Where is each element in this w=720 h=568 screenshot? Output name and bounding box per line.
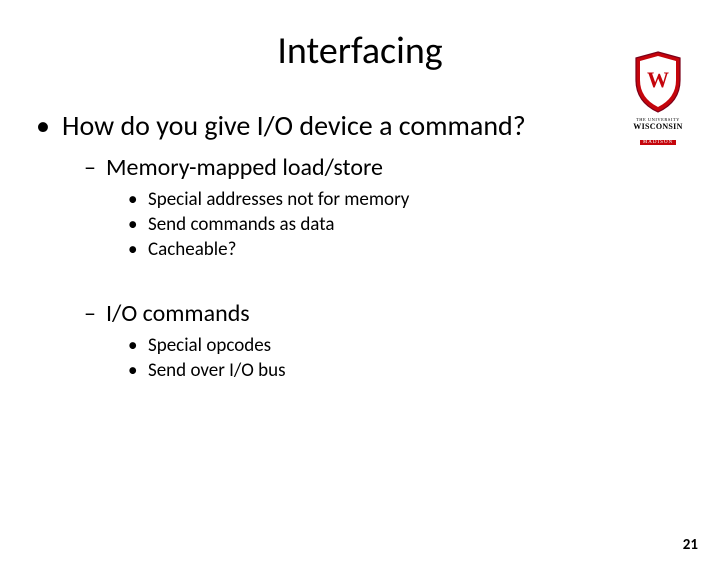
bullet-level2: – I/O commands bbox=[84, 299, 684, 328]
bullet-text: Memory-mapped load/store bbox=[106, 153, 383, 182]
slide-title: Interfacing bbox=[0, 28, 720, 74]
bullet-text: Send commands as data bbox=[148, 213, 334, 236]
bullet-level3: • Cacheable? bbox=[128, 238, 684, 261]
bullet-text: Special opcodes bbox=[148, 334, 271, 357]
logo-line3: MADISON bbox=[640, 140, 676, 145]
bullet-text: I/O commands bbox=[106, 299, 250, 328]
bullet-dash-icon: – bbox=[84, 299, 106, 328]
bullet-level3: • Special opcodes bbox=[128, 334, 684, 357]
crest-icon: W bbox=[622, 50, 694, 122]
bullet-dot-icon: • bbox=[36, 108, 62, 143]
spacer bbox=[36, 263, 684, 293]
slide: W THE UNIVERSITY WISCONSIN MADISON Inter… bbox=[0, 28, 720, 568]
bullet-dot-icon: • bbox=[128, 238, 148, 261]
bullet-level3: • Send commands as data bbox=[128, 213, 684, 236]
bullet-level1: • How do you give I/O device a command? bbox=[36, 108, 684, 143]
slide-content: • How do you give I/O device a command? … bbox=[0, 108, 720, 382]
bullet-dot-icon: • bbox=[128, 334, 148, 357]
bullet-dash-icon: – bbox=[84, 153, 106, 182]
bullet-text: Cacheable? bbox=[148, 238, 236, 261]
bullet-text: Special addresses not for memory bbox=[148, 188, 409, 211]
bullet-dot-icon: • bbox=[128, 359, 148, 382]
bullet-dot-icon: • bbox=[128, 213, 148, 236]
bullet-level2: – Memory-mapped load/store bbox=[84, 153, 684, 182]
bullet-text: Send over I/O bus bbox=[148, 359, 286, 382]
university-logo: W THE UNIVERSITY WISCONSIN MADISON bbox=[622, 50, 694, 147]
bullet-text: How do you give I/O device a command? bbox=[62, 108, 526, 143]
bullet-level3: • Special addresses not for memory bbox=[128, 188, 684, 211]
page-number: 21 bbox=[683, 536, 698, 554]
svg-text:W: W bbox=[647, 67, 669, 92]
logo-line2: WISCONSIN bbox=[622, 123, 694, 131]
bullet-level3: • Send over I/O bus bbox=[128, 359, 684, 382]
bullet-dot-icon: • bbox=[128, 188, 148, 211]
